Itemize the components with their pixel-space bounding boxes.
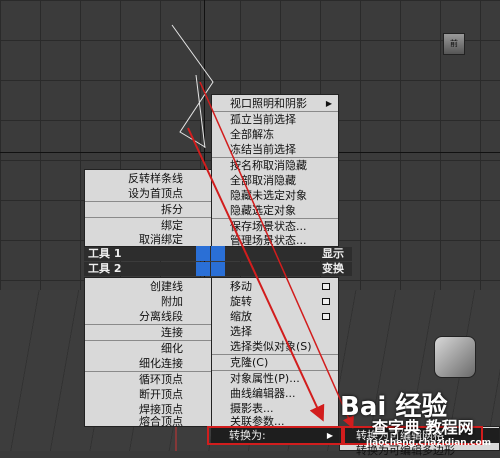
watermark-site: 查字典 教程网	[372, 418, 474, 437]
annotation-arrows	[187, 81, 354, 429]
watermark-url: jiaocheng.chazidian.com	[366, 438, 492, 448]
